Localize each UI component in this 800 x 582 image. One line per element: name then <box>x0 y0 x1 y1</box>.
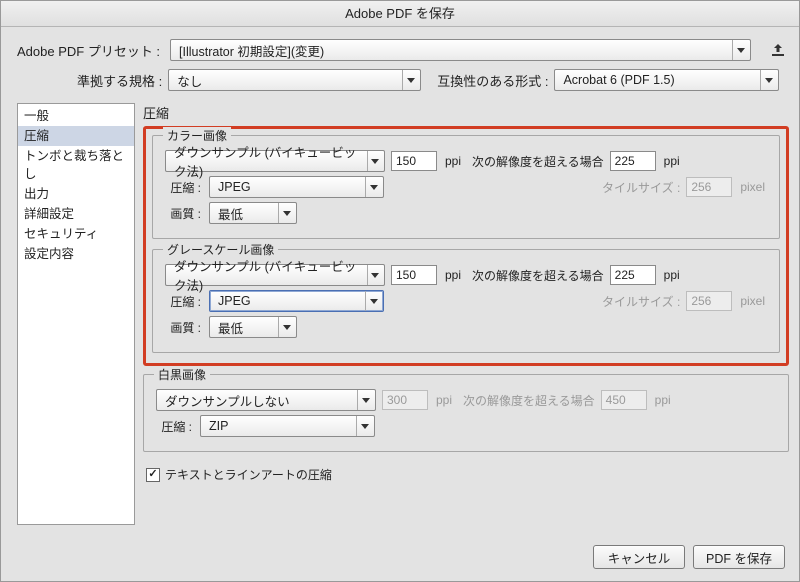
quality-label: 画質 : <box>165 319 201 336</box>
group-mono-legend: 白黒画像 <box>154 366 210 383</box>
color-threshold-input[interactable]: 225 <box>610 151 656 171</box>
dialog-window: Adobe PDF を保存 Adobe PDF プリセット : [Illustr… <box>0 0 800 582</box>
export-preset-icon[interactable] <box>767 39 789 61</box>
color-dpi-input[interactable]: 150 <box>391 151 437 171</box>
tile-size-label: タイルサイズ : <box>602 179 680 196</box>
chevron-down-icon <box>732 40 748 60</box>
compression-label: 圧縮 : <box>165 293 201 310</box>
gray-downsample-value: ダウンサンプル (バイキュービック法) <box>174 256 367 294</box>
standard-label: 準拠する規格 : <box>77 71 162 90</box>
threshold-label: 次の解像度を超える場合 <box>472 267 604 284</box>
pixel-unit: pixel <box>740 294 765 308</box>
chevron-down-icon <box>365 177 381 197</box>
pixel-unit: pixel <box>740 180 765 194</box>
gray-quality-value: 最低 <box>218 318 243 337</box>
color-tilesize-input: 256 <box>686 177 732 197</box>
compat-label: 互換性のある形式 : <box>437 71 548 90</box>
main-panel: 圧縮 カラー画像 ダウンサンプル (バイキュービック法) 150 ppi <box>143 103 789 525</box>
color-compression-value: JPEG <box>218 180 251 194</box>
ppi-unit: ppi <box>436 393 452 407</box>
sidebar-item-advanced[interactable]: 詳細設定 <box>18 204 134 224</box>
mono-compression-select[interactable]: ZIP <box>200 415 375 437</box>
chevron-down-icon <box>402 70 418 90</box>
window-title: Adobe PDF を保存 <box>345 6 455 21</box>
mono-downsample-value: ダウンサンプルしない <box>165 391 290 410</box>
sidebar-item-security[interactable]: セキュリティ <box>18 224 134 244</box>
chevron-down-icon <box>367 151 382 171</box>
gray-quality-select[interactable]: 最低 <box>209 316 297 338</box>
chevron-down-icon <box>357 390 373 410</box>
standard-compat-row: 準拠する規格 : なし 互換性のある形式 : Acrobat 6 (PDF 1.… <box>17 69 789 91</box>
gray-dpi-input[interactable]: 150 <box>391 265 437 285</box>
cancel-button[interactable]: キャンセル <box>593 545 685 569</box>
gray-compression-value: JPEG <box>218 294 251 308</box>
sidebar-item-output[interactable]: 出力 <box>18 184 134 204</box>
save-pdf-button[interactable]: PDF を保存 <box>693 545 785 569</box>
compat-value: Acrobat 6 (PDF 1.5) <box>563 73 674 87</box>
group-color-images: カラー画像 ダウンサンプル (バイキュービック法) 150 ppi 次の解像度を… <box>152 135 780 239</box>
sidebar: 一般 圧縮 トンボと裁ち落とし 出力 詳細設定 セキュリティ 設定内容 <box>17 103 135 525</box>
chevron-down-icon <box>356 416 372 436</box>
ppi-unit: ppi <box>445 154 461 168</box>
section-title: 圧縮 <box>143 103 789 122</box>
ppi-unit: ppi <box>445 268 461 282</box>
ppi-unit: ppi <box>664 154 680 168</box>
ppi-unit: ppi <box>655 393 671 407</box>
sidebar-item-marks[interactable]: トンボと裁ち落とし <box>18 146 134 184</box>
color-quality-select[interactable]: 最低 <box>209 202 297 224</box>
color-downsample-value: ダウンサンプル (バイキュービック法) <box>174 142 367 180</box>
gray-threshold-input[interactable]: 225 <box>610 265 656 285</box>
quality-label: 画質 : <box>165 205 201 222</box>
checkbox-icon[interactable] <box>146 468 160 482</box>
title-bar: Adobe PDF を保存 <box>1 1 799 27</box>
preset-select[interactable]: [Illustrator 初期設定](変更) <box>170 39 751 61</box>
mono-compression-value: ZIP <box>209 419 228 433</box>
standard-value: なし <box>177 71 202 90</box>
dialog-footer: キャンセル PDF を保存 <box>1 535 799 581</box>
mono-downsample-select[interactable]: ダウンサンプルしない <box>156 389 376 411</box>
group-monochrome-images: 白黒画像 ダウンサンプルしない 300 ppi 次の解像度を超える場合 450 … <box>143 374 789 452</box>
mono-dpi-input: 300 <box>382 390 428 410</box>
chevron-down-icon <box>365 291 381 311</box>
chevron-down-icon <box>367 265 382 285</box>
mono-threshold-input: 450 <box>601 390 647 410</box>
preset-label: Adobe PDF プリセット : <box>17 41 160 60</box>
chevron-down-icon <box>278 203 294 223</box>
text-lineart-checkbox-row[interactable]: テキストとラインアートの圧縮 <box>146 466 789 483</box>
chevron-down-icon <box>760 70 776 90</box>
chevron-down-icon <box>278 317 294 337</box>
highlight-annotation: カラー画像 ダウンサンプル (バイキュービック法) 150 ppi 次の解像度を… <box>143 126 789 366</box>
compression-label: 圧縮 : <box>156 418 192 435</box>
compat-select[interactable]: Acrobat 6 (PDF 1.5) <box>554 69 779 91</box>
threshold-label: 次の解像度を超える場合 <box>472 153 604 170</box>
preset-value: [Illustrator 初期設定](変更) <box>179 41 324 60</box>
sidebar-item-summary[interactable]: 設定内容 <box>18 244 134 264</box>
gray-tilesize-input: 256 <box>686 291 732 311</box>
sidebar-item-compression[interactable]: 圧縮 <box>18 126 134 146</box>
preset-row: Adobe PDF プリセット : [Illustrator 初期設定](変更) <box>17 39 789 61</box>
dialog-body: 一般 圧縮 トンボと裁ち落とし 出力 詳細設定 セキュリティ 設定内容 圧縮 カ… <box>17 103 789 525</box>
gray-downsample-select[interactable]: ダウンサンプル (バイキュービック法) <box>165 264 385 286</box>
threshold-label: 次の解像度を超える場合 <box>463 392 595 409</box>
compression-label: 圧縮 : <box>165 179 201 196</box>
color-compression-select[interactable]: JPEG <box>209 176 384 198</box>
ppi-unit: ppi <box>664 268 680 282</box>
group-grayscale-images: グレースケール画像 ダウンサンプル (バイキュービック法) 150 ppi 次の… <box>152 249 780 353</box>
standard-select[interactable]: なし <box>168 69 421 91</box>
color-quality-value: 最低 <box>218 204 243 223</box>
color-downsample-select[interactable]: ダウンサンプル (バイキュービック法) <box>165 150 385 172</box>
sidebar-item-general[interactable]: 一般 <box>18 106 134 126</box>
dialog-content: Adobe PDF プリセット : [Illustrator 初期設定](変更)… <box>1 27 799 535</box>
text-lineart-label: テキストとラインアートの圧縮 <box>165 466 332 483</box>
tile-size-label: タイルサイズ : <box>602 293 680 310</box>
gray-compression-select[interactable]: JPEG <box>209 290 384 312</box>
